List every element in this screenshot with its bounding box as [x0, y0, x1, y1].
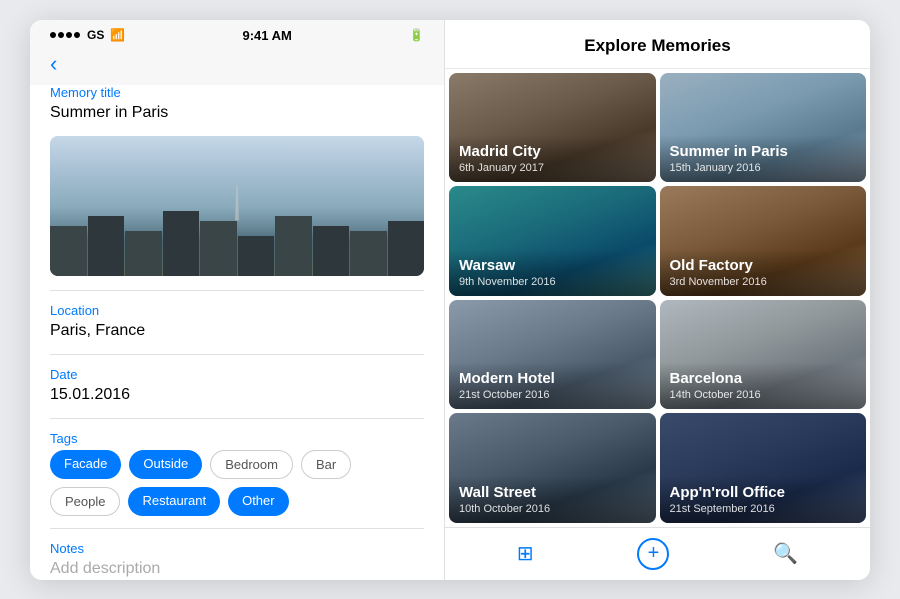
- notes-label: Notes: [50, 541, 424, 556]
- memory-card-2[interactable]: Warsaw9th November 2016: [449, 186, 656, 296]
- memory-card-date-7: 21st September 2016: [670, 503, 857, 515]
- memory-title-value: Summer in Paris: [50, 104, 424, 122]
- date-value: 15.01.2016: [50, 386, 424, 404]
- memory-card-title-0: Madrid City: [459, 143, 646, 161]
- memory-card-date-3: 3rd November 2016: [670, 276, 857, 288]
- memory-card-5[interactable]: Barcelona14th October 2016: [660, 300, 867, 410]
- memory-card-overlay-2: Warsaw9th November 2016: [449, 249, 656, 296]
- memory-card-date-4: 21st October 2016: [459, 389, 646, 401]
- memory-card-overlay-5: Barcelona14th October 2016: [660, 362, 867, 409]
- signal-dot-2: [58, 32, 64, 38]
- memory-card-3[interactable]: Old Factory3rd November 2016: [660, 186, 867, 296]
- signal-dot-3: [66, 32, 72, 38]
- plus-icon: +: [648, 542, 660, 565]
- memory-card-title-2: Warsaw: [459, 257, 646, 275]
- tag-other[interactable]: Other: [228, 487, 289, 516]
- location-label: Location: [50, 303, 424, 318]
- grid-nav-icon[interactable]: ⊞: [517, 541, 534, 566]
- back-button[interactable]: ‹: [50, 51, 57, 77]
- tags-container: Facade Outside Bedroom Bar People Restaurant O…: [50, 450, 424, 516]
- bottom-nav: ⊞ + 🔍: [445, 527, 870, 580]
- status-time: 9:41 AM: [242, 28, 291, 43]
- memory-card-title-3: Old Factory: [670, 257, 857, 275]
- memory-card-title-4: Modern Hotel: [459, 370, 646, 388]
- memory-card-date-5: 14th October 2016: [670, 389, 857, 401]
- memory-title-label: Memory title: [50, 85, 424, 100]
- memory-card-1[interactable]: Summer in Paris15th January 2016: [660, 73, 867, 183]
- tag-bedroom[interactable]: Bedroom: [210, 450, 293, 479]
- left-panel: GS 📶 9:41 AM 🔋 ‹ Memory title Summer in …: [30, 20, 445, 580]
- memory-card-4[interactable]: Modern Hotel21st October 2016: [449, 300, 656, 410]
- date-label: Date: [50, 367, 424, 382]
- explore-title: Explore Memories: [584, 36, 730, 55]
- memory-card-date-2: 9th November 2016: [459, 276, 646, 288]
- memories-grid: Madrid City6th January 2017Summer in Par…: [445, 69, 870, 527]
- divider-1: [50, 290, 424, 291]
- signal-dot-1: [50, 32, 56, 38]
- memory-image: [50, 136, 424, 276]
- notes-placeholder[interactable]: Add description: [50, 560, 424, 578]
- app-container: GS 📶 9:41 AM 🔋 ‹ Memory title Summer in …: [30, 20, 870, 580]
- signal-dots: [50, 32, 80, 38]
- memory-card-title-1: Summer in Paris: [670, 143, 857, 161]
- memory-card-overlay-3: Old Factory3rd November 2016: [660, 249, 867, 296]
- tag-facade[interactable]: Facade: [50, 450, 121, 479]
- left-content: Memory title Summer in Paris: [30, 85, 444, 580]
- carrier-label: GS: [87, 28, 104, 42]
- memory-card-title-5: Barcelona: [670, 370, 857, 388]
- signal-dot-4: [74, 32, 80, 38]
- tags-label: Tags: [50, 431, 424, 446]
- divider-2: [50, 354, 424, 355]
- tag-restaurant[interactable]: Restaurant: [128, 487, 220, 516]
- memory-card-title-7: App'n'roll Office: [670, 484, 857, 502]
- memory-card-7[interactable]: App'n'roll Office21st September 2016: [660, 413, 867, 523]
- location-value: Paris, France: [50, 322, 424, 340]
- memory-card-overlay-7: App'n'roll Office21st September 2016: [660, 476, 867, 523]
- wifi-icon: 📶: [110, 28, 125, 42]
- memory-card-overlay-1: Summer in Paris15th January 2016: [660, 135, 867, 182]
- memory-card-overlay-4: Modern Hotel21st October 2016: [449, 362, 656, 409]
- status-bar: GS 📶 9:41 AM 🔋: [30, 20, 444, 47]
- nav-bar: ‹: [30, 47, 444, 85]
- memory-card-overlay-0: Madrid City6th January 2017: [449, 135, 656, 182]
- memory-card-title-6: Wall Street: [459, 484, 646, 502]
- memory-card-date-1: 15th January 2016: [670, 162, 857, 174]
- search-nav-icon[interactable]: 🔍: [773, 541, 798, 566]
- status-bar-left: GS 📶: [50, 28, 125, 42]
- memory-card-date-6: 10th October 2016: [459, 503, 646, 515]
- memory-card-overlay-6: Wall Street10th October 2016: [449, 476, 656, 523]
- memory-card-date-0: 6th January 2017: [459, 162, 646, 174]
- divider-3: [50, 418, 424, 419]
- memory-card-0[interactable]: Madrid City6th January 2017: [449, 73, 656, 183]
- tag-outside[interactable]: Outside: [129, 450, 202, 479]
- add-nav-button[interactable]: +: [637, 538, 669, 570]
- status-battery: 🔋: [409, 28, 424, 42]
- memory-card-6[interactable]: Wall Street10th October 2016: [449, 413, 656, 523]
- tag-people[interactable]: People: [50, 487, 120, 516]
- explore-header: Explore Memories: [445, 20, 870, 69]
- divider-4: [50, 528, 424, 529]
- right-panel: Explore Memories Madrid City6th January …: [445, 20, 870, 580]
- tag-bar[interactable]: Bar: [301, 450, 351, 479]
